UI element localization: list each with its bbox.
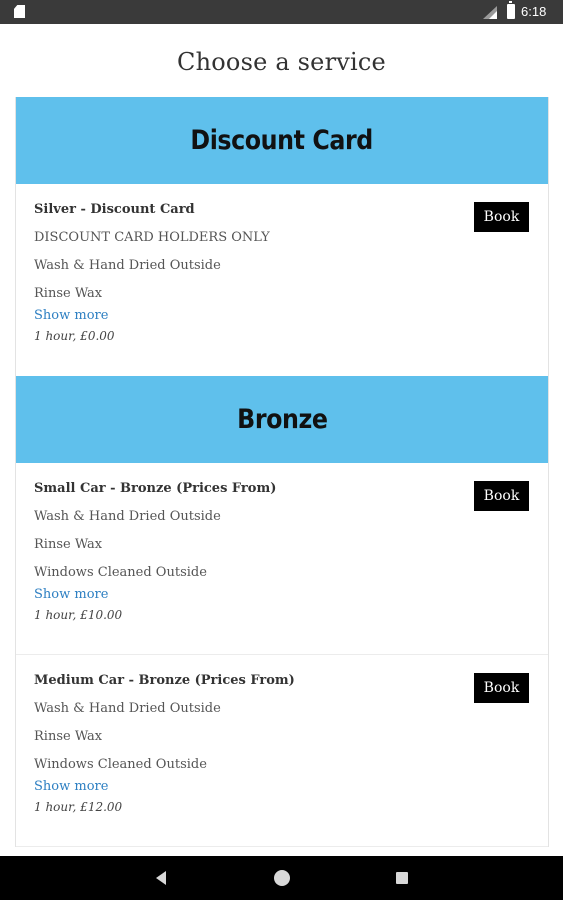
service-duration-price: 1 hour, £12.00 — [34, 800, 123, 814]
show-more-link[interactable]: Show more — [34, 587, 530, 603]
service-description-line: Wash & Hand Dried Outside — [34, 509, 221, 524]
category-title: Bronze — [236, 404, 328, 435]
home-icon[interactable] — [274, 870, 290, 886]
service-description-line: DISCOUNT CARD HOLDERS ONLY — [34, 230, 270, 245]
service-description-line: Rinse Wax — [34, 537, 103, 552]
page-title: Choose a service — [177, 48, 386, 76]
book-button[interactable]: Book — [474, 481, 529, 511]
service-description-line: Windows Cleaned Outside — [34, 757, 207, 772]
service-duration-price: 1 hour, £0.00 — [34, 329, 115, 343]
service-item: Silver - Discount Card DISCOUNT CARD HOL… — [16, 184, 548, 376]
service-name: Small Car - Bronze (Prices From) — [34, 481, 277, 496]
show-more-link[interactable]: Show more — [34, 779, 530, 795]
service-description-line: Rinse Wax — [34, 286, 103, 301]
battery-icon — [507, 1, 515, 19]
book-button[interactable]: Book — [474, 202, 529, 232]
category-header-discount-card: Discount Card — [16, 97, 548, 184]
category-header-bronze: Bronze — [16, 376, 548, 463]
status-time: 6:18 — [521, 4, 547, 19]
sd-card-icon — [14, 5, 25, 18]
service-item: Medium Car - Bronze (Prices From) Wash &… — [16, 655, 548, 847]
category-title: Discount Card — [190, 125, 374, 156]
back-icon[interactable] — [156, 871, 166, 885]
recent-apps-icon[interactable] — [396, 872, 408, 884]
show-more-link[interactable]: Show more — [34, 308, 530, 324]
status-bar: 6:18 — [0, 0, 563, 24]
navigation-bar — [0, 856, 563, 900]
service-list: Discount Card Silver - Discount Card DIS… — [15, 97, 549, 847]
service-description-line: Wash & Hand Dried Outside — [34, 701, 221, 716]
signal-icon — [483, 6, 497, 19]
service-description-line: Wash & Hand Dried Outside — [34, 258, 221, 273]
service-description-line: Windows Cleaned Outside — [34, 565, 207, 580]
service-duration-price: 1 hour, £10.00 — [34, 608, 123, 622]
service-item: Small Car - Bronze (Prices From) Wash & … — [16, 463, 548, 655]
service-name: Silver - Discount Card — [34, 202, 195, 217]
service-description-line: Rinse Wax — [34, 729, 103, 744]
book-button[interactable]: Book — [474, 673, 529, 703]
service-name: Medium Car - Bronze (Prices From) — [34, 673, 295, 688]
